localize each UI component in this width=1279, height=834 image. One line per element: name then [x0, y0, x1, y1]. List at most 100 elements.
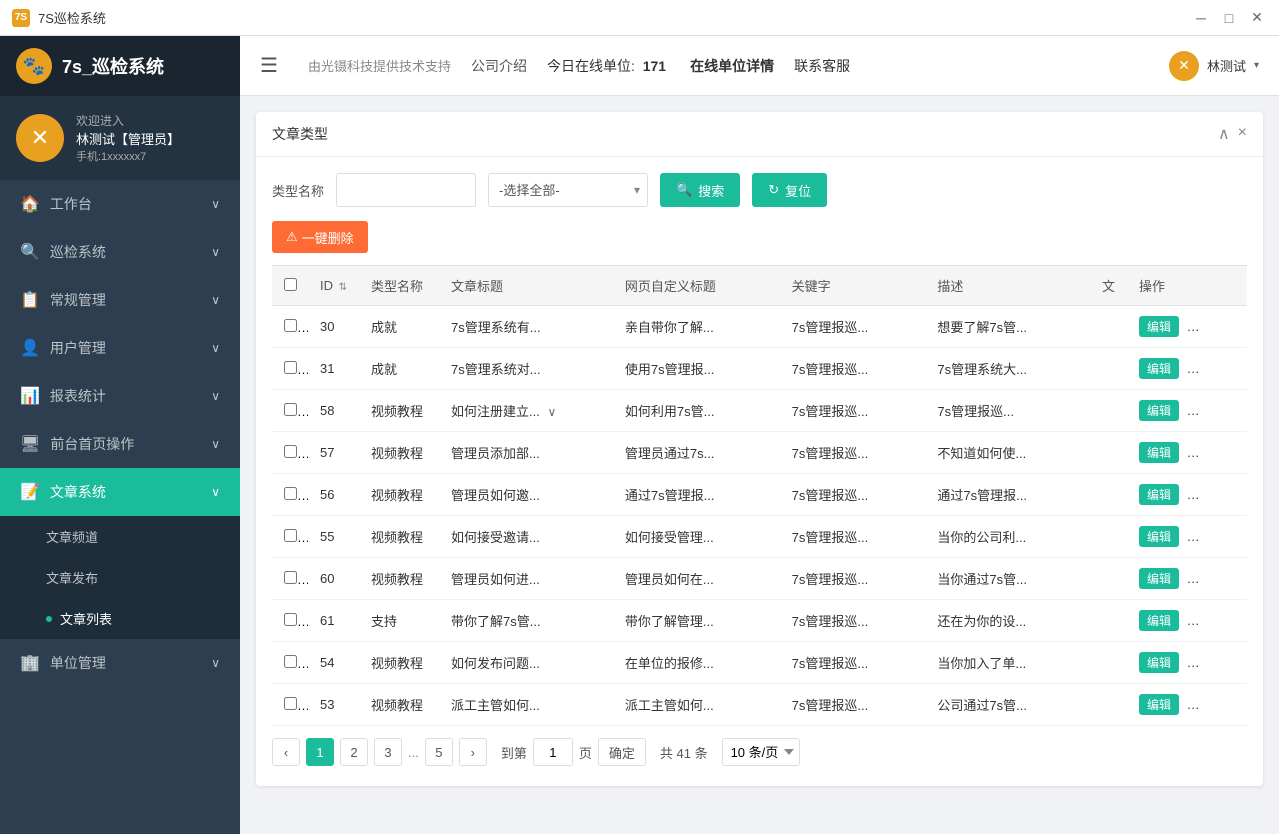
sort-icon[interactable]: ⇅	[339, 282, 347, 293]
edit-button[interactable]: 编辑	[1139, 442, 1179, 463]
status-badge[interactable]: 已置顶	[1187, 316, 1239, 337]
page-button-2[interactable]: 2	[340, 738, 368, 766]
contact-service-link[interactable]: 联系客服	[794, 56, 850, 76]
row-article-title-cell: 7s管理系统有...	[439, 306, 613, 348]
status-badge[interactable]: 未置顶	[1187, 610, 1239, 631]
content-main: 文章类型 ∧ × 类型名称 -选择全部- 成就	[240, 96, 1279, 834]
topbar-username[interactable]: 林测试	[1207, 56, 1246, 75]
table-row: 31 成就 7s管理系统对... 使用7s管理报... 7s管理报巡... 7s…	[272, 348, 1247, 390]
row-op-cell: 编辑 未置顶	[1127, 432, 1247, 474]
online-detail-link[interactable]: 在线单位详情	[690, 56, 774, 76]
pagination: ‹ 1 2 3 ... 5 › 到第 页 确定 共 41 条	[272, 726, 1247, 770]
row-type-name-cell: 视频教程	[359, 390, 439, 432]
status-badge[interactable]: 未置顶	[1187, 526, 1239, 547]
row-checkbox[interactable]	[284, 697, 297, 710]
user-welcome: 欢迎进入	[76, 112, 180, 129]
per-page-select[interactable]: 10 条/页 20 条/页 50 条/页	[722, 738, 800, 766]
sidebar-item-article-list[interactable]: 文章列表	[0, 598, 240, 639]
article-table: ID ⇅ 类型名称 文章标题	[272, 265, 1247, 726]
row-checkbox[interactable]	[284, 487, 297, 500]
panel-header: 文章类型 ∧ ×	[256, 112, 1263, 157]
user-name: 林测试【管理员】	[76, 129, 180, 148]
row-checkbox[interactable]	[284, 361, 297, 374]
edit-button[interactable]: 编辑	[1139, 316, 1179, 337]
status-badge[interactable]: 未置顶	[1187, 484, 1239, 505]
search-button[interactable]: 🔍 搜索	[660, 173, 740, 207]
sidebar-item-report[interactable]: 📊 报表统计 ∨	[0, 372, 240, 420]
select-all-checkbox[interactable]	[284, 278, 297, 291]
collapse-panel-button[interactable]: ∧	[1218, 124, 1230, 144]
report-icon: 📊	[20, 386, 40, 406]
edit-button[interactable]: 编辑	[1139, 652, 1179, 673]
prev-page-button[interactable]: ‹	[272, 738, 300, 766]
row-checkbox[interactable]	[284, 655, 297, 668]
status-badge[interactable]: 未置顶	[1187, 442, 1239, 463]
table-header: ID ⇅ 类型名称 文章标题	[272, 266, 1247, 306]
sidebar-item-workbench[interactable]: 🏠 工作台 ∨	[0, 180, 240, 228]
article-icon: 📝	[20, 482, 40, 502]
company-intro-link[interactable]: 公司介绍	[471, 56, 527, 76]
reset-button[interactable]: ↻ 复位	[752, 173, 827, 207]
sidebar-item-frontend[interactable]: 🖥 前台首页操作 ∨	[0, 420, 240, 468]
status-badge[interactable]: 未置顶	[1187, 400, 1239, 421]
row-checkbox[interactable]	[284, 403, 297, 416]
status-badge[interactable]: 已置顶	[1187, 358, 1239, 379]
edit-button[interactable]: 编辑	[1139, 358, 1179, 379]
minimize-button[interactable]: ─	[1191, 8, 1211, 28]
page-button-5[interactable]: 5	[425, 738, 453, 766]
edit-button[interactable]: 编辑	[1139, 568, 1179, 589]
row-checkbox[interactable]	[284, 613, 297, 626]
sub-nav-label: 文章列表	[60, 609, 112, 628]
row-checkbox[interactable]	[284, 445, 297, 458]
status-badge[interactable]: 未置顶	[1187, 568, 1239, 589]
edit-button[interactable]: 编辑	[1139, 694, 1179, 715]
select-wrap: -选择全部- 成就 视频教程 支持	[488, 173, 648, 207]
user-dropdown-icon[interactable]: ▾	[1254, 60, 1259, 71]
table-row: 56 视频教程 管理员如何邀... 通过7s管理报... 7s管理报巡... 通…	[272, 474, 1247, 516]
row-check-cell	[272, 306, 308, 348]
page-total: 共 41 条	[660, 743, 708, 762]
row-checkbox[interactable]	[284, 529, 297, 542]
row-wen-cell	[1090, 600, 1127, 642]
status-badge[interactable]: 未置顶	[1187, 652, 1239, 673]
row-article-title-cell: 如何发布问题...	[439, 642, 613, 684]
row-id-cell: 30	[308, 306, 359, 348]
page-button-3[interactable]: 3	[374, 738, 402, 766]
sidebar-item-article[interactable]: 📝 文章系统 ∨	[0, 468, 240, 516]
type-select[interactable]: -选择全部- 成就 视频教程 支持	[488, 173, 648, 207]
sidebar-item-unit[interactable]: 🏢 单位管理 ∨	[0, 639, 240, 687]
next-page-button[interactable]: ›	[459, 738, 487, 766]
sidebar-item-article-channel[interactable]: 文章频道	[0, 516, 240, 557]
sidebar-item-inspection[interactable]: 🔍 巡检系统 ∨	[0, 228, 240, 276]
status-badge[interactable]: 未置顶	[1187, 694, 1239, 715]
row-type-name-cell: 视频教程	[359, 474, 439, 516]
dropdown-icon[interactable]: ∨	[547, 405, 556, 419]
goto-input[interactable]	[533, 738, 573, 766]
row-checkbox[interactable]	[284, 571, 297, 584]
menu-toggle-icon[interactable]: ☰	[260, 53, 278, 78]
delete-all-button[interactable]: ⚠ 一键删除	[272, 221, 368, 253]
close-panel-button[interactable]: ×	[1238, 124, 1247, 144]
sidebar-item-article-publish[interactable]: 文章发布	[0, 557, 240, 598]
row-desc-cell: 想要了解7s管...	[925, 306, 1090, 348]
edit-button[interactable]: 编辑	[1139, 400, 1179, 421]
row-checkbox[interactable]	[284, 319, 297, 332]
sidebar-header: 🐾 7s_巡检系统	[0, 36, 240, 96]
row-desc-cell: 7s管理系统大...	[925, 348, 1090, 390]
th-web-custom-title: 网页自定义标题	[613, 266, 780, 306]
goto-confirm-button[interactable]: 确定	[598, 738, 646, 766]
page-button-1[interactable]: 1	[306, 738, 334, 766]
edit-button[interactable]: 编辑	[1139, 610, 1179, 631]
titlebar-controls[interactable]: ─ □ ✕	[1191, 8, 1267, 28]
edit-button[interactable]: 编辑	[1139, 526, 1179, 547]
tech-support-text: 由光镊科技提供技术支持	[308, 56, 451, 75]
sidebar-item-regular[interactable]: 📋 常规管理 ∨	[0, 276, 240, 324]
th-article-title: 文章标题	[439, 266, 613, 306]
sidebar-item-user[interactable]: 👤 用户管理 ∨	[0, 324, 240, 372]
row-type-name-cell: 成就	[359, 306, 439, 348]
close-button[interactable]: ✕	[1247, 8, 1267, 28]
edit-button[interactable]: 编辑	[1139, 484, 1179, 505]
row-wen-cell	[1090, 306, 1127, 348]
type-name-input[interactable]	[336, 173, 476, 207]
maximize-button[interactable]: □	[1219, 8, 1239, 28]
